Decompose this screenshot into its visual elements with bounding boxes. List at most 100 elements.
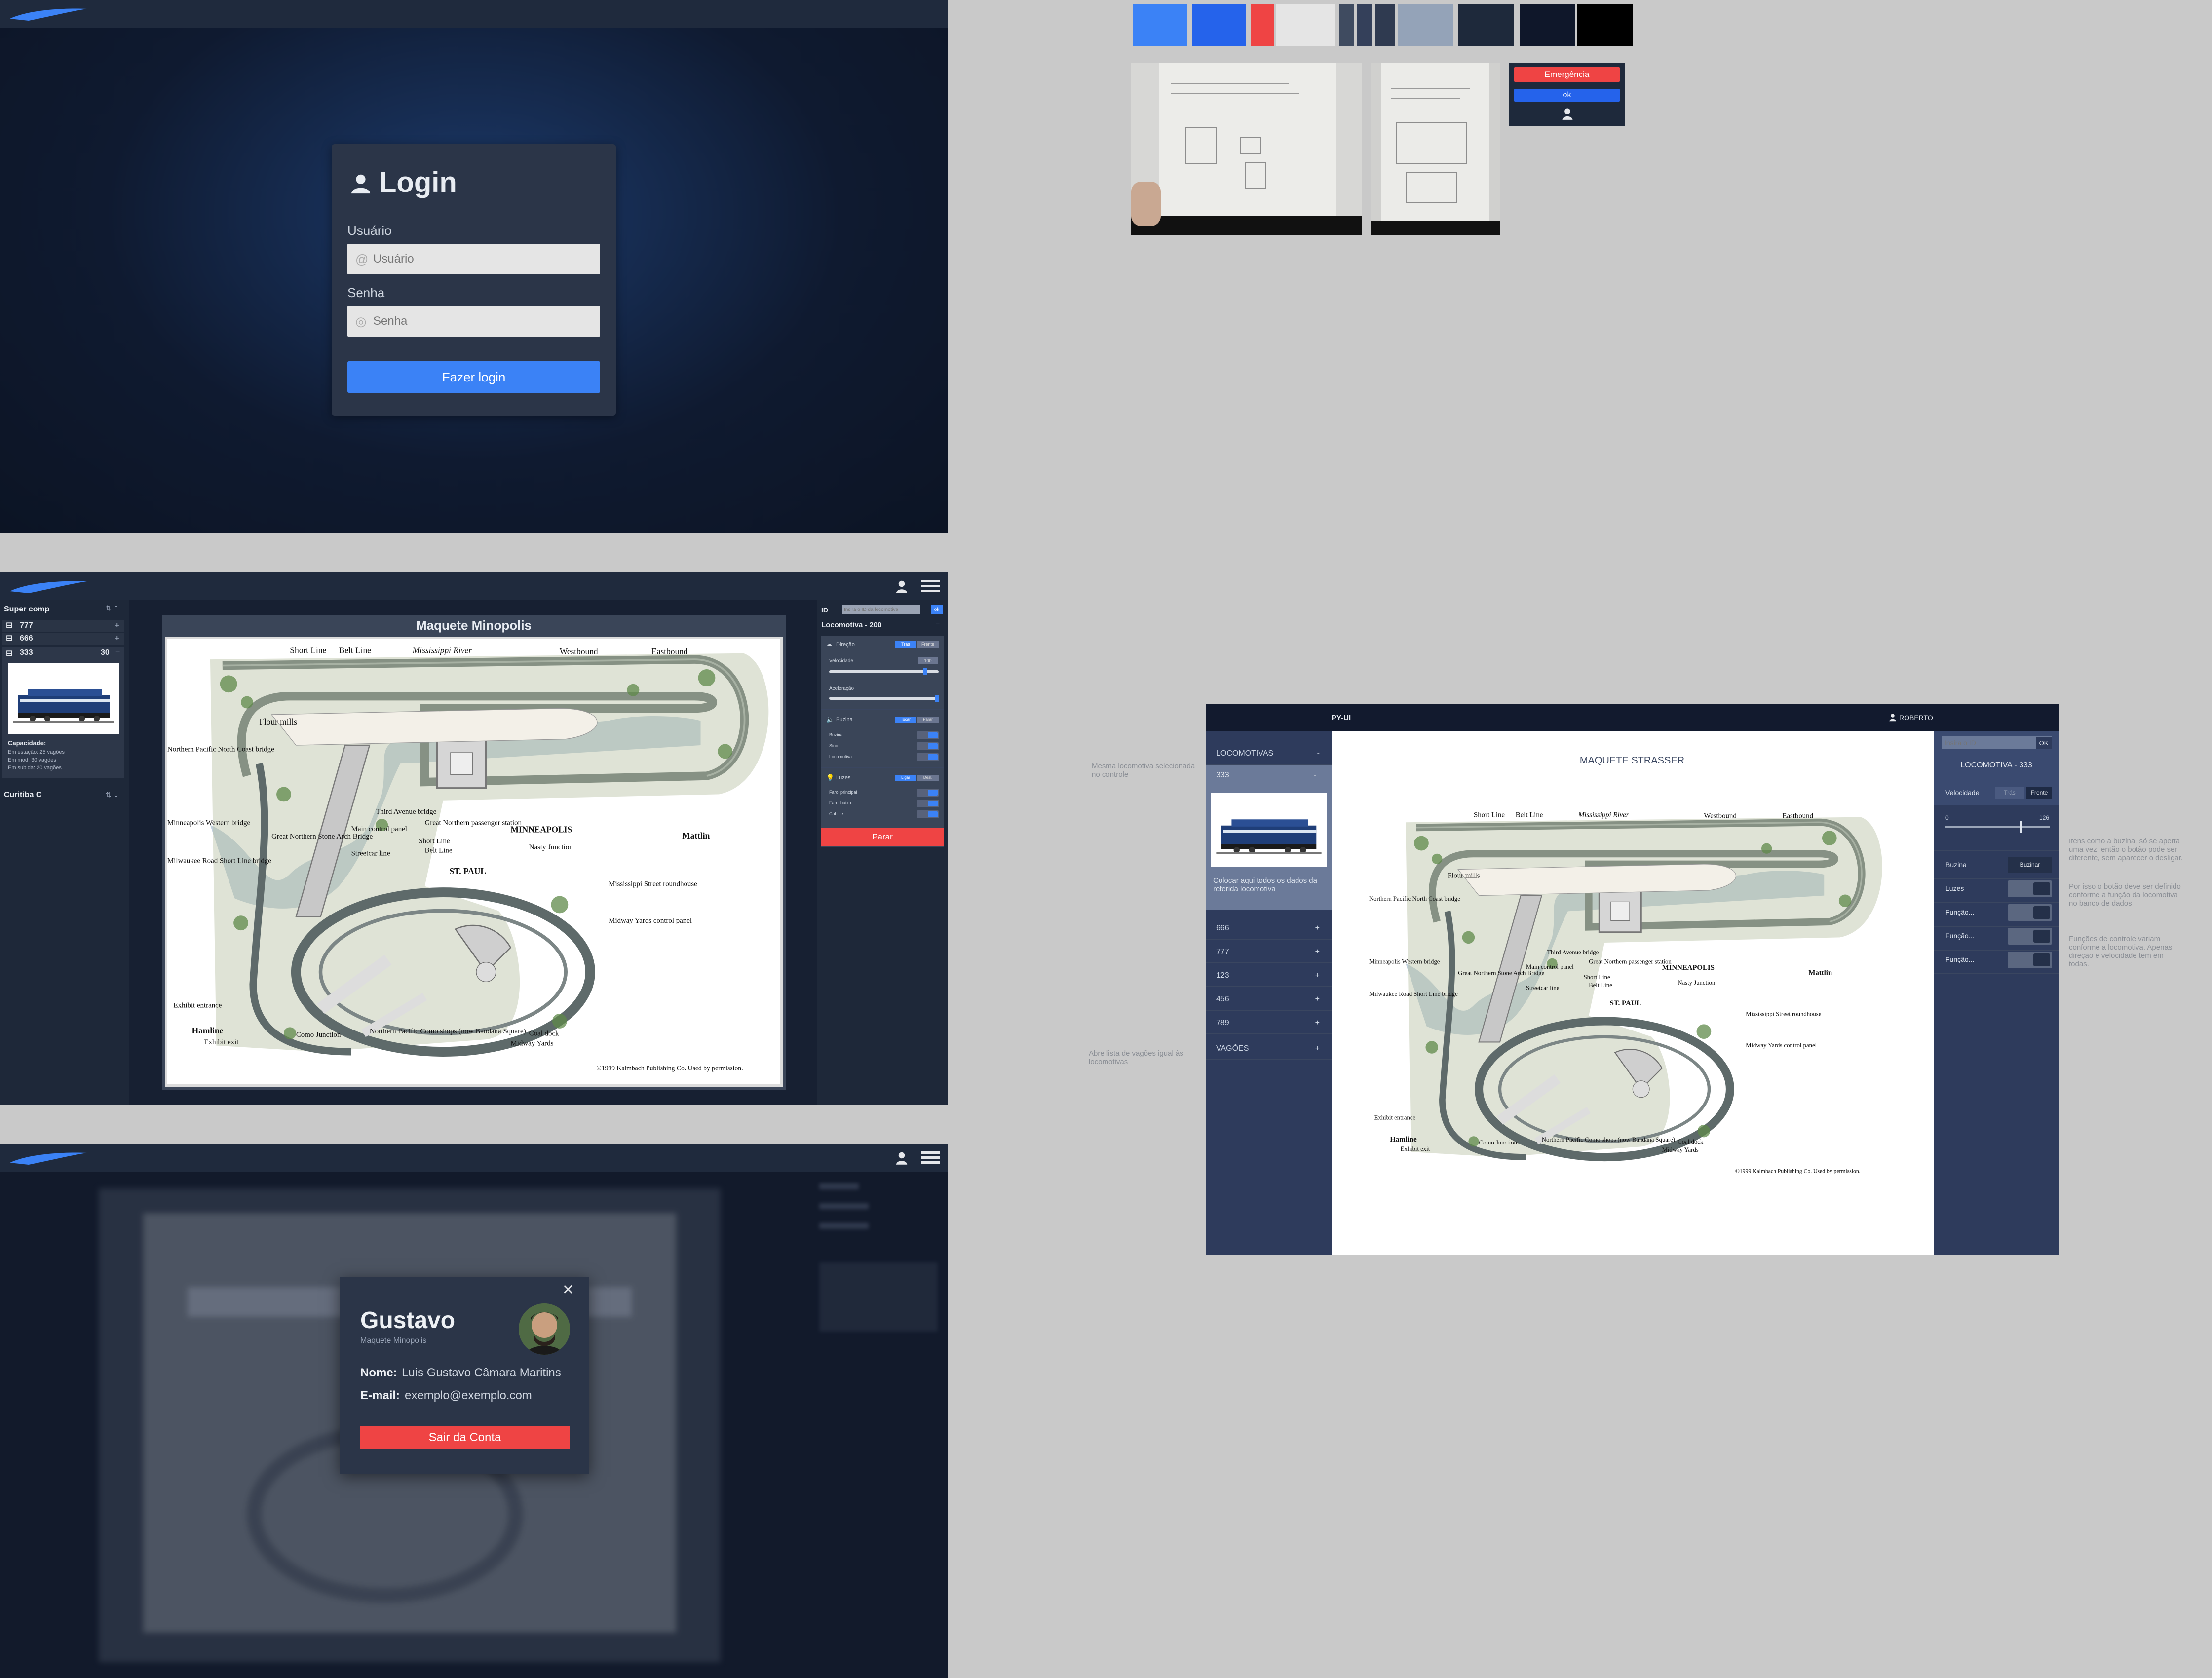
stop-button[interactable]: Parar (821, 828, 944, 846)
selected-loco[interactable]: 333 - Colocar aqui todos os dados da ref… (1206, 765, 1332, 910)
wire-track-map[interactable]: Short Line Belt Line Mississippi River W… (1369, 802, 1892, 1187)
lights-label: Luzes (1945, 884, 1964, 892)
plus-icon[interactable]: + (115, 620, 119, 632)
wagons-header[interactable]: VAGÕES + (1206, 1037, 1332, 1060)
username[interactable]: ROBERTO (1899, 714, 1933, 722)
lights-toggle[interactable] (2008, 880, 2052, 897)
swatch-slate-3 (1375, 4, 1395, 46)
map-title: Maquete Minopolis (416, 618, 532, 633)
svg-text:Northern Pacific Como shops (n: Northern Pacific Como shops (now Bandana… (1542, 1136, 1675, 1143)
wire-loco-title: LOCOMOTIVA - 333 (1960, 761, 2032, 769)
loco-controls: ☁ Direção Trás Frente Velocidade 100 Ace… (821, 636, 944, 847)
annotation-note: Mesma locomotiva selecionada no controle (1092, 762, 1195, 779)
speed-value: 100 (918, 657, 938, 664)
lights-off[interactable]: Desl. (917, 775, 939, 781)
dir-front[interactable]: Frente (2026, 787, 2052, 799)
loco-list-item[interactable]: 456 + (1206, 988, 1332, 1011)
svg-text:Midway Yards control panel: Midway Yards control panel (1746, 1042, 1817, 1049)
minus-icon[interactable]: − (115, 648, 120, 656)
map-label: Eastbound (651, 647, 688, 656)
id-ok-button[interactable]: ok (931, 605, 943, 614)
password-input[interactable] (347, 306, 600, 337)
locomotive-photo (8, 663, 119, 734)
wagon-count: 30 (101, 648, 110, 657)
accel-slider[interactable] (829, 695, 939, 702)
user-icon[interactable] (894, 1150, 909, 1165)
slider-max: 126 (2039, 814, 2050, 821)
menu-icon[interactable] (921, 1150, 940, 1165)
username-input[interactable] (347, 244, 600, 274)
map-label: Hamline (192, 1026, 224, 1035)
group-actions-icon[interactable]: ⇅ ⌄ (106, 791, 119, 799)
user-icon[interactable] (894, 579, 909, 594)
map-label: Mattlin (682, 831, 710, 840)
username-label: Usuário (347, 223, 392, 238)
speed-slider[interactable] (829, 668, 939, 675)
loco-item-777[interactable]: ⊟ 777 + (2, 620, 124, 632)
horn-on[interactable]: Tocar (895, 717, 916, 723)
map-label: MINNEAPOLIS (511, 825, 572, 834)
wire-ok-button[interactable]: OK (2035, 736, 2052, 749)
plus-icon[interactable]: + (115, 633, 119, 645)
collapse-icon[interactable]: − (936, 620, 940, 628)
loco-list-item[interactable]: 666 + (1206, 917, 1332, 940)
ok-button[interactable]: ok (1514, 89, 1620, 102)
horn-row-toggle[interactable] (917, 731, 939, 739)
locomotives-header[interactable]: LOCOMOTIVAS - (1206, 742, 1332, 765)
horn-row-toggle[interactable] (917, 742, 939, 750)
wire-id-input[interactable] (1942, 736, 2038, 749)
logout-button[interactable]: Sair da Conta (360, 1426, 570, 1449)
sketch-photo-1 (1131, 63, 1362, 235)
email-value: exemplo@exemplo.com (405, 1389, 532, 1402)
annotation-note: Abre lista de vagões igual às locomotiva… (1089, 1049, 1183, 1066)
lights-on[interactable]: Ligar (895, 775, 916, 781)
group-header[interactable]: Curitiba C (4, 791, 41, 800)
loco-list-item[interactable]: 789 + (1206, 1012, 1332, 1034)
light-row-toggle[interactable] (917, 810, 939, 818)
user-icon[interactable] (1561, 107, 1574, 120)
loco-item-333-expanded[interactable]: ⊟ 333 30 − Capacidade: Em estação: 25 va… (2, 647, 124, 778)
horn-row-toggle[interactable] (917, 753, 939, 761)
plus-icon: + (1315, 1019, 1320, 1027)
horn-button[interactable]: Buzinar (2008, 857, 2052, 873)
train-icon: ⊟ (6, 649, 13, 658)
wire-top-bar: PY-UI ROBERTO (1206, 704, 2059, 731)
brand-logo-icon (10, 581, 87, 593)
menu-icon[interactable] (921, 579, 940, 594)
function-toggle[interactable] (2008, 952, 2052, 968)
light-row-toggle[interactable] (917, 800, 939, 807)
emergency-button[interactable]: Emergência (1514, 67, 1620, 82)
login-button[interactable]: Fazer login (347, 361, 600, 393)
close-icon[interactable]: × (563, 1280, 573, 1299)
map-label: Mississippi Street roundhouse (609, 880, 697, 888)
direction-front[interactable]: Frente (917, 641, 939, 648)
horn-off[interactable]: Parar (917, 717, 939, 723)
loco-list-item[interactable]: 123 + (1206, 964, 1332, 987)
locomotive-photo (1211, 793, 1327, 867)
loco-id-input[interactable] (842, 605, 920, 614)
dir-back[interactable]: Trás (1995, 787, 2024, 799)
group-header[interactable]: Super comp (4, 605, 49, 614)
login-screen: Login Usuário @ Senha ◎ Fazer login (0, 0, 948, 533)
svg-text:Midway Yards: Midway Yards (1662, 1146, 1699, 1153)
accel-label: Aceleração (829, 686, 854, 691)
direction-back[interactable]: Trás (895, 641, 916, 648)
loco-title: Locomotiva - 200 (821, 621, 882, 629)
collapse-icon[interactable]: - (1314, 771, 1316, 780)
function-label: Função... (1945, 932, 1975, 940)
horn-label: Buzina (836, 717, 853, 723)
svg-text:Coal dock: Coal dock (1678, 1138, 1704, 1145)
id-label: ID (821, 606, 828, 614)
speed-slider[interactable] (1945, 821, 2050, 833)
track-map[interactable]: Short Line Belt Line Mississippi River W… (165, 637, 783, 1087)
light-row-toggle[interactable] (917, 789, 939, 797)
profile-screen: × Gustavo Maquete Minopolis Nome: Luis G… (0, 1144, 948, 1678)
speed-label: Velocidade (829, 658, 853, 664)
function-toggle[interactable] (2008, 928, 2052, 945)
function-toggle[interactable] (2008, 904, 2052, 921)
user-icon[interactable] (1888, 713, 1897, 722)
track-map-drawing: Short Line Belt Line Mississippi River W… (167, 639, 780, 1084)
loco-item-666[interactable]: ⊟ 666 + (2, 633, 124, 645)
loco-list-item[interactable]: 777 + (1206, 941, 1332, 963)
group-actions-icon[interactable]: ⇅ ⌃ (106, 604, 119, 612)
